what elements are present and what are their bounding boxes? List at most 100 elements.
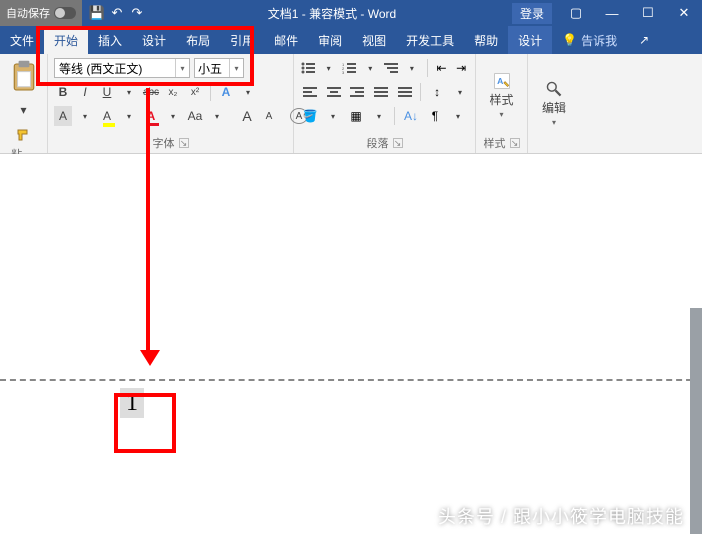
text-effects-dropdown[interactable]: ▾ (239, 82, 257, 102)
tab-design[interactable]: 设计 (132, 26, 176, 54)
font-size-value: 小五 (195, 60, 229, 77)
justify-button[interactable] (371, 82, 391, 102)
styles-gallery-button[interactable]: A 样式 ▾ (485, 73, 519, 119)
show-marks-button[interactable]: ¶ (425, 106, 445, 126)
styles-group: A 样式 ▾ 样式 ↘ (476, 54, 528, 153)
annotation-arrow (140, 88, 160, 366)
align-left-button[interactable] (300, 82, 320, 102)
show-marks-dropdown[interactable]: ▾ (449, 106, 467, 126)
close-icon[interactable]: ✕ (666, 0, 702, 26)
increase-indent-button[interactable]: ⇥ (453, 58, 469, 78)
tab-file[interactable]: 文件 (0, 26, 44, 54)
bold-button[interactable]: B (54, 82, 72, 102)
chevron-down-icon: ▾ (499, 110, 503, 119)
highlight-dropdown[interactable]: ▾ (120, 106, 138, 126)
page-number-field[interactable]: 1 (120, 388, 144, 418)
superscript-button[interactable]: x² (186, 82, 204, 102)
sort-button[interactable]: A↓ (401, 106, 421, 126)
multilevel-dropdown[interactable]: ▾ (403, 58, 421, 78)
chevron-down-icon[interactable]: ▾ (175, 59, 189, 77)
align-right-button[interactable] (347, 82, 367, 102)
numbering-dropdown[interactable]: ▾ (361, 58, 379, 78)
lightbulb-icon: 💡 (562, 33, 577, 47)
bullets-button[interactable] (300, 58, 316, 78)
login-button[interactable]: 登录 (512, 3, 552, 24)
ribbon-tabs: 文件 开始 插入 设计 布局 引用 邮件 审阅 视图 开发工具 帮助 设计 💡 … (0, 26, 702, 54)
qat: 💾 ↶ ↷ (82, 4, 152, 22)
change-case-button[interactable]: Aa (186, 106, 204, 126)
styles-dialog-launcher[interactable]: ↘ (510, 138, 520, 148)
char-shading-button[interactable]: A (54, 106, 72, 126)
font-size-select[interactable]: 小五 ▾ (194, 58, 244, 78)
borders-button[interactable]: ▦ (346, 106, 366, 126)
clipboard-group: ▾ 粘贴板↘ (0, 54, 48, 153)
highlight-button[interactable]: A (98, 106, 116, 126)
tell-me-search[interactable]: 💡 告诉我 (552, 26, 627, 54)
tab-references[interactable]: 引用 (220, 26, 264, 54)
line-spacing-button[interactable]: ↕ (427, 82, 447, 102)
styles-group-label: 样式 (484, 135, 506, 151)
underline-dropdown[interactable]: ▾ (120, 82, 138, 102)
paste-dropdown[interactable]: ▾ (14, 100, 34, 120)
tab-review[interactable]: 审阅 (308, 26, 352, 54)
tab-design-contextual[interactable]: 设计 (508, 26, 552, 54)
line-spacing-dropdown[interactable]: ▾ (451, 82, 469, 102)
distributed-button[interactable] (395, 82, 415, 102)
document-title: 文档1 - 兼容模式 - Word (152, 5, 512, 22)
paragraph-group-label: 段落 (367, 135, 389, 151)
editing-label: 编辑 (542, 99, 566, 116)
align-center-button[interactable] (324, 82, 344, 102)
tab-insert[interactable]: 插入 (88, 26, 132, 54)
chevron-down-icon: ▾ (552, 118, 556, 127)
font-name-select[interactable]: 等线 (西文正文) ▾ (54, 58, 190, 78)
format-painter-icon[interactable] (14, 124, 34, 144)
text-effects-button[interactable]: A (217, 82, 235, 102)
document-canvas[interactable]: 1 (0, 154, 702, 534)
editing-button[interactable]: 编辑 ▾ (537, 81, 571, 127)
title-bar: 自动保存 💾 ↶ ↷ 文档1 - 兼容模式 - Word 登录 ▢ — ☐ ✕ (0, 0, 702, 26)
borders-dropdown[interactable]: ▾ (370, 106, 388, 126)
toggle-off-icon[interactable] (54, 7, 76, 19)
save-icon[interactable]: 💾 (88, 4, 106, 22)
page-break-line (0, 379, 702, 381)
tab-developer[interactable]: 开发工具 (396, 26, 464, 54)
autosave-label: 自动保存 (6, 5, 50, 21)
change-case-dropdown[interactable]: ▾ (208, 106, 226, 126)
redo-icon[interactable]: ↷ (128, 4, 146, 22)
font-dialog-launcher[interactable]: ↘ (179, 138, 189, 148)
minimize-icon[interactable]: — (594, 0, 630, 26)
chevron-down-icon[interactable]: ▾ (229, 59, 243, 77)
decrease-indent-button[interactable]: ⇤ (434, 58, 450, 78)
tab-help[interactable]: 帮助 (464, 26, 508, 54)
grow-font-button[interactable]: A (238, 106, 256, 126)
underline-button[interactable]: U (98, 82, 116, 102)
subscript-button[interactable]: x₂ (164, 82, 182, 102)
styles-label: 样式 (489, 91, 513, 108)
paragraph-group: ▾ 123 ▾ ▾ ⇤ ⇥ ↕ ▾ 🪣 ▾ (294, 54, 476, 153)
shrink-font-button[interactable]: A (260, 106, 278, 126)
find-icon (543, 81, 565, 97)
svg-text:3: 3 (342, 70, 345, 74)
shading-button[interactable]: 🪣 (300, 106, 320, 126)
italic-button[interactable]: I (76, 82, 94, 102)
maximize-icon[interactable]: ☐ (630, 0, 666, 26)
svg-text:A: A (497, 76, 503, 86)
bullets-dropdown[interactable]: ▾ (320, 58, 338, 78)
ribbon-display-icon[interactable]: ▢ (558, 0, 594, 26)
paragraph-dialog-launcher[interactable]: ↘ (393, 138, 403, 148)
share-button[interactable]: ↗ (627, 26, 661, 54)
tab-layout[interactable]: 布局 (176, 26, 220, 54)
tab-view[interactable]: 视图 (352, 26, 396, 54)
font-color-dropdown[interactable]: ▾ (164, 106, 182, 126)
autosave-toggle[interactable]: 自动保存 (0, 0, 82, 26)
page-edge (690, 308, 702, 534)
paste-button[interactable] (9, 58, 39, 96)
multilevel-list-button[interactable] (383, 58, 399, 78)
watermark-text: 头条号 / 跟小小筱学电脑技能 (438, 503, 684, 529)
tab-mail[interactable]: 邮件 (264, 26, 308, 54)
shading-dropdown[interactable]: ▾ (324, 106, 342, 126)
undo-icon[interactable]: ↶ (108, 4, 126, 22)
numbering-button[interactable]: 123 (342, 58, 358, 78)
tab-home[interactable]: 开始 (44, 26, 88, 54)
char-shading-dropdown[interactable]: ▾ (76, 106, 94, 126)
